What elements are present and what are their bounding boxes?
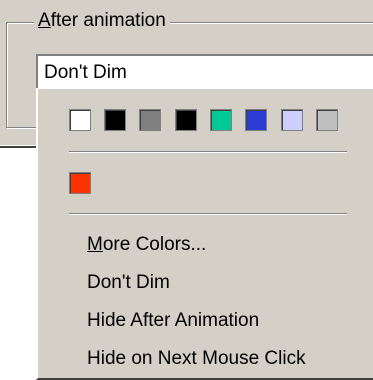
color-swatch-silver[interactable] (316, 109, 338, 131)
recent-color-swatch-red[interactable] (69, 172, 91, 194)
color-swatch-black[interactable] (104, 109, 126, 131)
hide-on-next-mouse-click-menu-item[interactable]: Hide on Next Mouse Click (87, 342, 357, 376)
after-animation-label-accelerator: A (38, 10, 51, 31)
more-colors-accelerator: M (87, 234, 103, 255)
color-swatch-black-2[interactable] (175, 109, 197, 131)
after-animation-label: After animation (34, 8, 170, 34)
menu-separator (69, 151, 347, 153)
menu-separator (69, 213, 347, 215)
dont-dim-menu-item[interactable]: Don't Dim (87, 266, 357, 300)
color-swatch-gray[interactable] (139, 109, 161, 131)
color-swatch-blue[interactable] (245, 109, 267, 131)
more-colors-menu-item[interactable]: More Colors... (87, 228, 357, 262)
hide-after-animation-menu-item[interactable]: Hide After Animation (87, 304, 357, 338)
color-swatch-white[interactable] (69, 109, 91, 131)
after-animation-label-text: fter animation (50, 10, 166, 31)
after-animation-combo[interactable]: Don't Dim (36, 54, 373, 90)
more-colors-label: ore Colors... (102, 234, 207, 255)
color-swatch-lavender[interactable] (281, 109, 303, 131)
color-swatch-teal[interactable] (210, 109, 232, 131)
after-animation-combo-value: Don't Dim (44, 62, 127, 83)
after-animation-dropdown: More Colors... Don't Dim Hide After Anim… (36, 88, 373, 380)
